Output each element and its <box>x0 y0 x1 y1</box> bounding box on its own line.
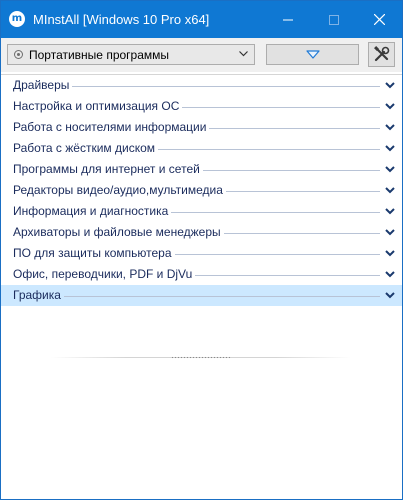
category-row[interactable]: Архиваторы и файловые менеджеры <box>1 222 402 243</box>
category-divider-line <box>13 296 380 297</box>
category-label: Информация и диагностика <box>13 204 172 218</box>
chevron-down-icon[interactable] <box>385 187 395 194</box>
category-label: Редакторы видео/аудио,мультимедиа <box>13 183 226 197</box>
chevron-down-icon[interactable] <box>385 82 395 89</box>
panel-splitter[interactable] <box>51 356 351 359</box>
category-label: Архиваторы и файловые менеджеры <box>13 225 224 239</box>
category-row[interactable]: ПО для защиты компьютера <box>1 243 402 264</box>
category-label: Работа с жёстким диском <box>13 141 159 155</box>
tools-icon <box>374 46 390 62</box>
category-row[interactable]: Настройка и оптимизация ОС <box>1 96 402 117</box>
chevron-down-icon[interactable] <box>385 250 395 257</box>
splitter-grip[interactable] <box>171 356 231 359</box>
category-row[interactable]: Драйверы <box>1 75 402 96</box>
chevron-down-icon[interactable] <box>385 124 395 131</box>
minimize-button[interactable] <box>265 1 311 38</box>
category-label: Программы для интернет и сетей <box>13 162 203 176</box>
close-icon <box>373 14 385 25</box>
category-list: Драйверы Настройка и оптимизация ОС Работа… <box>1 74 402 306</box>
chevron-down-icon[interactable] <box>385 271 395 278</box>
category-label: Настройка и оптимизация ОС <box>13 99 183 113</box>
minimize-icon <box>283 19 293 20</box>
category-label: Работа с носителями информации <box>13 120 210 134</box>
close-button[interactable] <box>356 1 402 38</box>
maximize-button[interactable] <box>311 1 357 38</box>
category-row[interactable]: Редакторы видео/аудио,мультимедиа <box>1 180 402 201</box>
category-row[interactable]: Офис, переводчики, PDF и DjVu <box>1 264 402 285</box>
category-label: Офис, переводчики, PDF и DjVu <box>13 267 196 281</box>
expand-all-button[interactable] <box>266 44 359 65</box>
category-label: Драйверы <box>13 78 73 92</box>
chevron-down-icon[interactable] <box>385 292 395 299</box>
app-logo-icon[interactable]: m <box>9 11 25 27</box>
category-label: ПО для защиты компьютера <box>13 246 175 260</box>
chevron-down-icon[interactable] <box>385 229 395 236</box>
chevron-down-icon[interactable] <box>385 103 395 110</box>
app-window: m MInstAll [Windows 10 Pro x64] Портатив… <box>0 0 403 500</box>
category-label: Графика <box>13 288 64 302</box>
dropdown-arrow-icon <box>239 51 248 57</box>
window-title: MInstAll [Windows 10 Pro x64] <box>33 12 210 27</box>
category-row[interactable]: Работа с носителями информации <box>1 117 402 138</box>
category-row[interactable]: Программы для интернет и сетей <box>1 159 402 180</box>
chevron-down-icon[interactable] <box>385 145 395 152</box>
chevron-down-icon[interactable] <box>385 166 395 173</box>
profile-select[interactable]: Портативные программы <box>7 44 255 65</box>
category-row[interactable]: Информация и диагностика <box>1 201 402 222</box>
category-row[interactable]: Работа с жёстким диском <box>1 138 402 159</box>
toolbar: Портативные программы <box>1 38 402 72</box>
chevron-down-icon <box>305 50 320 59</box>
chevron-down-icon[interactable] <box>385 208 395 215</box>
title-bar[interactable]: m MInstAll [Windows 10 Pro x64] <box>1 1 402 38</box>
profile-icon <box>14 50 23 59</box>
profile-select-value: Портативные программы <box>29 48 170 62</box>
category-row[interactable]: Графика <box>1 285 402 306</box>
maximize-icon <box>329 14 339 25</box>
app-logo-glyph: m <box>11 13 23 24</box>
tools-button[interactable] <box>368 42 395 67</box>
